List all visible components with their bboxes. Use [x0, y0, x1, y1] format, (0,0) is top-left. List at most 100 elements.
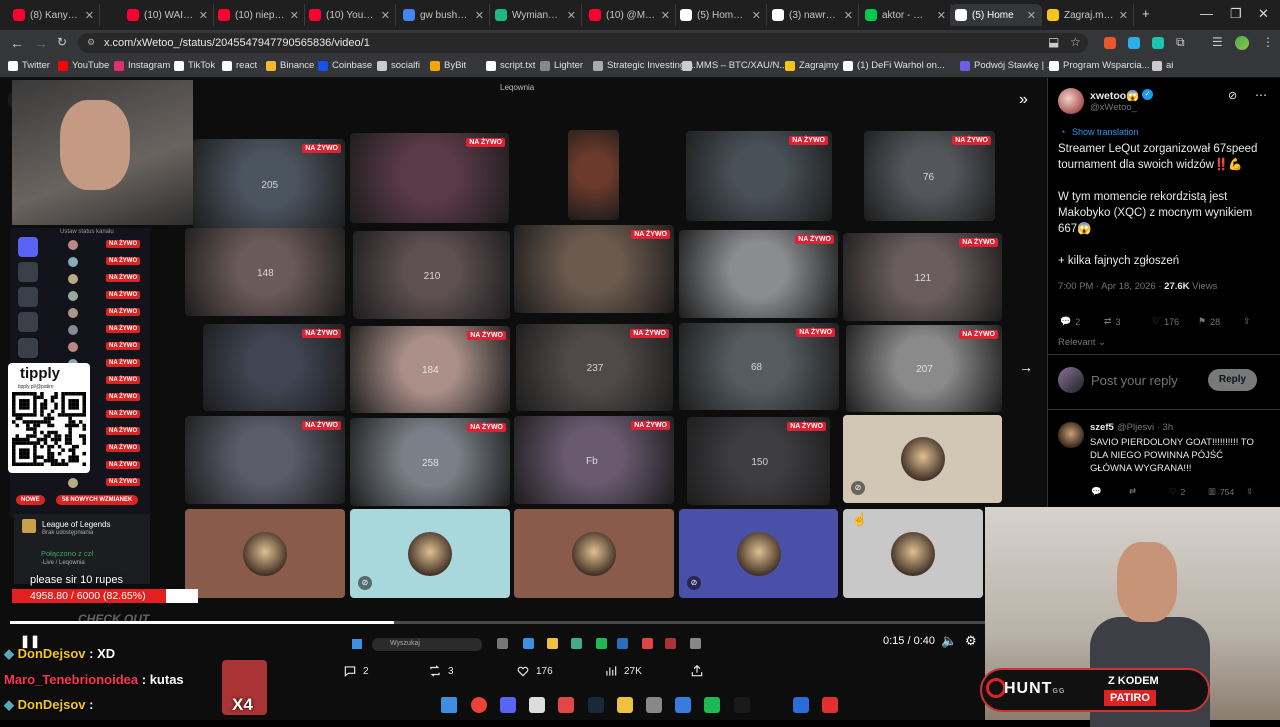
settings-gear-icon[interactable]: ⚙	[965, 633, 977, 649]
like-action[interactable]: 176	[516, 664, 553, 678]
taskbar-app-icon[interactable]	[617, 697, 633, 713]
close-tab-icon[interactable]: ✕	[752, 9, 761, 22]
close-tab-icon[interactable]: ✕	[1027, 9, 1036, 22]
reply-sort-dropdown[interactable]: Relevant ⌄	[1058, 337, 1106, 348]
reply-share-stat[interactable]: ⇪	[1246, 486, 1253, 497]
tweet-reply-stat[interactable]: 💬 2	[1060, 316, 1080, 327]
participant-tile[interactable]: NA ŻYWO 121	[843, 233, 1002, 321]
browser-tab[interactable]: (5) Home / X ✕	[675, 4, 767, 26]
participant-tile[interactable]: NA ŻYWO 68	[679, 323, 839, 410]
bookmark-item[interactable]: Program Wsparcia...	[1049, 60, 1150, 71]
taskbar-app-icon[interactable]	[588, 697, 604, 713]
participant-tile[interactable]: NA ŻYWO 205	[193, 139, 345, 229]
share-action[interactable]	[690, 664, 704, 678]
reply-like-stat[interactable]: ♡ 2	[1169, 486, 1185, 497]
author-avatar[interactable]	[1058, 88, 1084, 114]
close-tab-icon[interactable]: ✕	[1119, 9, 1128, 22]
bookmark-item[interactable]: Instagram	[114, 60, 170, 71]
browser-tab[interactable]: (10) YouTube ✕	[304, 4, 396, 26]
install-icon[interactable]: ⬓	[1048, 35, 1059, 49]
tweet-like-stat[interactable]: ♡ 176	[1152, 316, 1179, 327]
retweet-action[interactable]: 3	[428, 664, 454, 678]
taskbar-app-icon[interactable]	[734, 697, 750, 713]
taskbar-app-icon[interactable]	[646, 697, 662, 713]
participant-tile[interactable]: NA ŻYWO 207	[846, 325, 1002, 412]
tweet-bookmark-stat[interactable]: ⚑ 28	[1198, 316, 1220, 327]
close-tab-icon[interactable]: ✕	[937, 9, 946, 22]
extension-icon[interactable]	[1104, 37, 1116, 49]
taskbar-app-icon[interactable]	[529, 697, 545, 713]
participant-tile[interactable]: NA ŻYWO	[679, 230, 838, 318]
participant-tile[interactable]	[568, 130, 619, 220]
video-progress-bar[interactable]	[10, 621, 1035, 624]
participant-tile[interactable]: NA ŻYWO 150	[687, 417, 830, 505]
next-media-icon[interactable]: →	[1019, 359, 1033, 375]
taskbar-app-icon[interactable]	[704, 697, 720, 713]
bookmark-item[interactable]: ByBit	[430, 60, 466, 71]
site-info-icon[interactable]: ⚙	[87, 37, 95, 48]
browser-tab[interactable]: gw bush cig ✕	[398, 4, 490, 26]
more-options-icon[interactable]: ⋯	[1255, 88, 1267, 102]
reply-author-avatar[interactable]	[1058, 422, 1084, 448]
reply-action[interactable]: 2	[343, 664, 369, 678]
browser-tab[interactable]: (8) Kanye We ✕	[8, 4, 100, 26]
reply-author-handle[interactable]: @Pljesvi · 3h	[1117, 422, 1173, 433]
bookmark-item[interactable]: Podwój Stawkę | ...	[960, 60, 1055, 71]
bookmark-item[interactable]: TikTok	[174, 60, 215, 71]
tweet-timestamp[interactable]: 7:00 PM · Apr 18, 2026 ·	[1058, 281, 1162, 292]
bookmark-item[interactable]: (1) DeFi Warhol on...	[843, 60, 945, 71]
author-handle[interactable]: @xWetoo_	[1090, 102, 1137, 113]
reply-button[interactable]: Reply	[1208, 369, 1257, 391]
participant-tile[interactable]: NA ŻYWO 184	[350, 326, 510, 413]
views-action[interactable]: 27K	[604, 664, 642, 678]
participant-tile[interactable]: NA ŻYWO Fb	[514, 416, 674, 504]
participant-tile[interactable]: NA ŻYWO 76	[864, 131, 995, 221]
participant-tile[interactable]: 148	[185, 228, 345, 316]
participant-tile[interactable]: NA ŻYWO	[203, 324, 345, 411]
taskbar-app-icon[interactable]	[675, 697, 691, 713]
browser-tab[interactable]: (10) WAIMA ✕	[122, 4, 214, 26]
close-tab-icon[interactable]: ✕	[85, 9, 94, 22]
taskbar-app-icon[interactable]	[793, 697, 809, 713]
minimize-icon[interactable]: —	[1200, 6, 1213, 21]
reply-author-name[interactable]: szef5	[1090, 422, 1114, 433]
participant-tile[interactable]	[514, 509, 674, 598]
taskbar-app-icon[interactable]	[441, 697, 457, 713]
close-tab-icon[interactable]: ✕	[567, 9, 576, 22]
browser-tab[interactable]: aktor - Wats ✕	[860, 4, 952, 26]
reply-reply-stat[interactable]: 💬	[1091, 486, 1102, 497]
tweet-retweet-stat[interactable]: ⇄ 3	[1104, 316, 1121, 327]
extensions-puzzle-icon[interactable]: ⧉	[1176, 35, 1185, 50]
taskbar-app-icon[interactable]	[822, 697, 838, 713]
participant-tile[interactable]: NA ŻYWO 258	[350, 418, 510, 506]
browser-tab[interactable]: (5) Home ✕	[950, 4, 1042, 26]
bookmark-item[interactable]: Twitter	[8, 60, 50, 71]
participant-tile[interactable]: NA ŻYWO	[514, 225, 674, 313]
bookmark-item[interactable]: Zagrajmy	[785, 60, 839, 71]
participant-tile[interactable]: NA ŻYWO 237	[516, 324, 673, 411]
bookmark-item[interactable]: Coinbase	[318, 60, 372, 71]
participant-tile[interactable]	[185, 509, 345, 598]
browser-tab[interactable]: (10) niepocz ✕	[213, 4, 305, 26]
bookmark-item[interactable]: Lighter	[540, 60, 583, 71]
close-tab-icon[interactable]: ✕	[290, 9, 299, 22]
taskbar-app-icon[interactable]	[558, 697, 574, 713]
bookmark-item[interactable]: Binance	[266, 60, 314, 71]
browser-tab[interactable]: (10) @Millen ✕	[584, 4, 676, 26]
author-name[interactable]: xwetoo😱	[1090, 89, 1139, 102]
close-tab-icon[interactable]: ✕	[844, 9, 853, 22]
participant-tile[interactable]: NA ŻYWO	[350, 133, 509, 223]
bookmark-item[interactable]: ai	[1152, 60, 1173, 71]
volume-icon[interactable]: 🔈	[941, 633, 957, 649]
participant-tile[interactable]: ⊘	[843, 415, 1002, 503]
extension-icon[interactable]	[1152, 37, 1164, 49]
participant-tile[interactable]: NA ŻYWO	[686, 131, 832, 221]
taskbar-app-icon[interactable]	[471, 697, 487, 713]
menu-kebab-icon[interactable]: ⋮	[1262, 35, 1274, 49]
participant-tile[interactable]: ⊘	[679, 509, 838, 598]
show-translation-link[interactable]: Show translation	[1072, 127, 1139, 137]
expand-sidebar-icon[interactable]: »	[1019, 91, 1028, 109]
bookmark-item[interactable]: socialfi	[377, 60, 420, 71]
browser-tab[interactable]: Zagraj.my - ✕	[1042, 4, 1134, 26]
bookmark-item[interactable]: MMS – BTC/XAU/N...	[682, 60, 787, 71]
